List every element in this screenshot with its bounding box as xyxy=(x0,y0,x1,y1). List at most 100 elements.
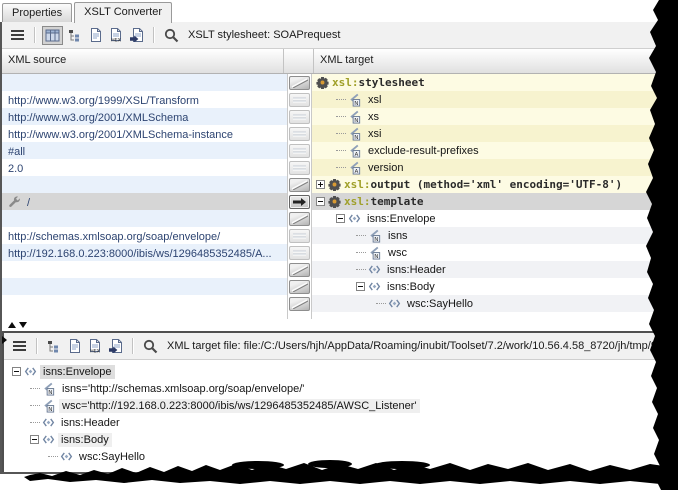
search-icon xyxy=(164,28,179,43)
target-node-label: xs xyxy=(365,110,382,124)
diagonal-mapping-button[interactable] xyxy=(289,297,310,311)
importdoc-button[interactable] xyxy=(127,25,147,45)
target-cell[interactable]: Nxs xyxy=(312,108,678,125)
equals-mapping-button[interactable] xyxy=(289,144,310,158)
tree-item-label: isns='http://schemas.xmlsoap.org/soap/en… xyxy=(59,382,307,396)
mapping-button-cell xyxy=(288,295,312,312)
tree-item[interactable]: isns:Header xyxy=(4,414,678,431)
importdoc-button[interactable] xyxy=(106,336,126,356)
target-cell[interactable]: xsl:template xyxy=(312,193,678,210)
source-cell[interactable]: http://192.168.0.223:8000/ibis/ws/129648… xyxy=(2,244,288,261)
mapping-button-cell xyxy=(288,125,312,142)
hexdoc-icon: HEX xyxy=(89,339,101,353)
equals-mapping-button[interactable] xyxy=(289,93,310,107)
tree-button[interactable] xyxy=(44,337,64,356)
tree-connector xyxy=(376,303,386,304)
mapping-button-cell xyxy=(288,227,312,244)
expand-toggle[interactable] xyxy=(30,435,39,444)
target-cell[interactable]: isns:Envelope xyxy=(312,210,678,227)
doc-button[interactable] xyxy=(87,25,105,45)
target-cell[interactable]: isns:Header xyxy=(312,261,678,278)
source-cell[interactable]: http://www.w3.org/2001/XMLSchema-instanc… xyxy=(2,125,288,142)
doc-button[interactable] xyxy=(66,336,84,356)
namespace-icon: N xyxy=(368,246,382,260)
source-column-header[interactable]: XML source xyxy=(2,49,284,73)
expand-toggle[interactable] xyxy=(12,367,21,376)
equals-mapping-button[interactable] xyxy=(289,246,310,260)
diagonal-mapping-button[interactable] xyxy=(289,178,310,192)
toolbar-separator xyxy=(153,27,155,43)
target-node-label: isns:Body xyxy=(384,280,438,294)
target-cell[interactable]: wsc:SayHello xyxy=(312,295,678,312)
source-cell[interactable] xyxy=(2,261,288,278)
diagonal-mapping-button[interactable] xyxy=(289,76,310,90)
collapse-up-button[interactable] xyxy=(8,322,16,328)
diagonal-mapping-button[interactable] xyxy=(289,263,310,277)
search-button[interactable] xyxy=(161,25,182,46)
source-cell[interactable]: http://schemas.xmlsoap.org/soap/envelope… xyxy=(2,227,288,244)
equals-mapping-button[interactable] xyxy=(289,110,310,124)
tree-item[interactable]: Nwsc='http://192.168.0.223:8000/ibis/ws/… xyxy=(4,397,678,414)
diagonal-mapping-button[interactable] xyxy=(289,280,310,294)
collapse-down-button[interactable] xyxy=(19,322,27,328)
target-file-toolbar: HEXXML target file: file:/C:/Users/hjh/A… xyxy=(4,333,678,360)
menu-button[interactable] xyxy=(8,26,28,44)
source-cell[interactable] xyxy=(2,210,288,227)
expand-toggle[interactable] xyxy=(336,214,345,223)
tree-item-label: wsc:SayHello xyxy=(76,450,148,464)
target-cell[interactable]: Nwsc xyxy=(312,244,678,261)
splitter[interactable] xyxy=(2,319,678,331)
source-cell[interactable] xyxy=(2,278,288,295)
target-cell[interactable]: isns:Body xyxy=(312,278,678,295)
splitter-edge-handle[interactable] xyxy=(2,336,7,344)
source-cell[interactable] xyxy=(2,74,288,91)
expand-toggle[interactable] xyxy=(316,180,325,189)
equals-mapping-button[interactable] xyxy=(289,127,310,141)
source-cell[interactable]: http://www.w3.org/2001/XMLSchema xyxy=(2,108,288,125)
tree-button[interactable] xyxy=(65,26,85,45)
tree-item[interactable]: isns:Body xyxy=(4,431,678,448)
svg-text:HEX: HEX xyxy=(90,349,100,353)
tab-xslt-converter[interactable]: XSLT Converter xyxy=(74,2,172,23)
hexdoc-button[interactable]: HEX xyxy=(86,336,104,356)
target-cell[interactable]: xsl:stylesheet xyxy=(312,74,678,91)
mapping-table-filler xyxy=(2,312,678,319)
mapping-row: wsc:SayHello xyxy=(2,295,678,312)
source-cell[interactable]: #all xyxy=(2,142,288,159)
target-cell[interactable]: xsl:output (method='xml' encoding='UTF-8… xyxy=(312,176,678,193)
mapping-row: xsl:output (method='xml' encoding='UTF-8… xyxy=(2,176,678,193)
expand-toggle[interactable] xyxy=(356,282,365,291)
target-cell[interactable]: Nxsi xyxy=(312,125,678,142)
doc-icon xyxy=(90,28,102,42)
source-value: #all xyxy=(8,146,25,158)
source-cell[interactable]: http://www.w3.org/1999/XSL/Transform xyxy=(2,91,288,108)
mapping-row: isns:Body xyxy=(2,278,678,295)
target-cell[interactable]: Aversion xyxy=(312,159,678,176)
equals-mapping-button[interactable] xyxy=(289,161,310,175)
target-cell[interactable]: Aexclude-result-prefixes xyxy=(312,142,678,159)
attribute-icon: A xyxy=(348,144,362,158)
source-cell[interactable]: / xyxy=(2,193,288,210)
expand-toggle[interactable] xyxy=(316,197,325,206)
source-cell[interactable] xyxy=(2,295,288,312)
mapping-button-cell xyxy=(288,176,312,193)
tree-item[interactable]: wsc:SayHello xyxy=(4,448,678,465)
source-cell[interactable] xyxy=(2,176,288,193)
tree-connector xyxy=(30,405,40,406)
equals-mapping-button[interactable] xyxy=(289,229,310,243)
menu-button[interactable] xyxy=(10,337,30,355)
tree-item[interactable]: isns:Envelope xyxy=(4,363,678,380)
diagonal-mapping-button[interactable] xyxy=(289,212,310,226)
tab-properties[interactable]: Properties xyxy=(2,3,72,22)
grid-button[interactable] xyxy=(42,26,63,45)
arrow-mapping-button[interactable] xyxy=(289,195,310,209)
source-cell[interactable]: 2.0 xyxy=(2,159,288,176)
search-button[interactable] xyxy=(140,336,161,357)
hexdoc-button[interactable]: HEX xyxy=(107,25,125,45)
target-cell[interactable]: Nxsl xyxy=(312,91,678,108)
target-column-header[interactable]: XML target xyxy=(314,49,678,73)
xslt-converter-window: Properties XSLT Converter HEXXSLT styles… xyxy=(0,0,678,490)
mapping-row: isns:Envelope xyxy=(2,210,678,227)
target-cell[interactable]: Nisns xyxy=(312,227,678,244)
tree-item[interactable]: Nisns='http://schemas.xmlsoap.org/soap/e… xyxy=(4,380,678,397)
